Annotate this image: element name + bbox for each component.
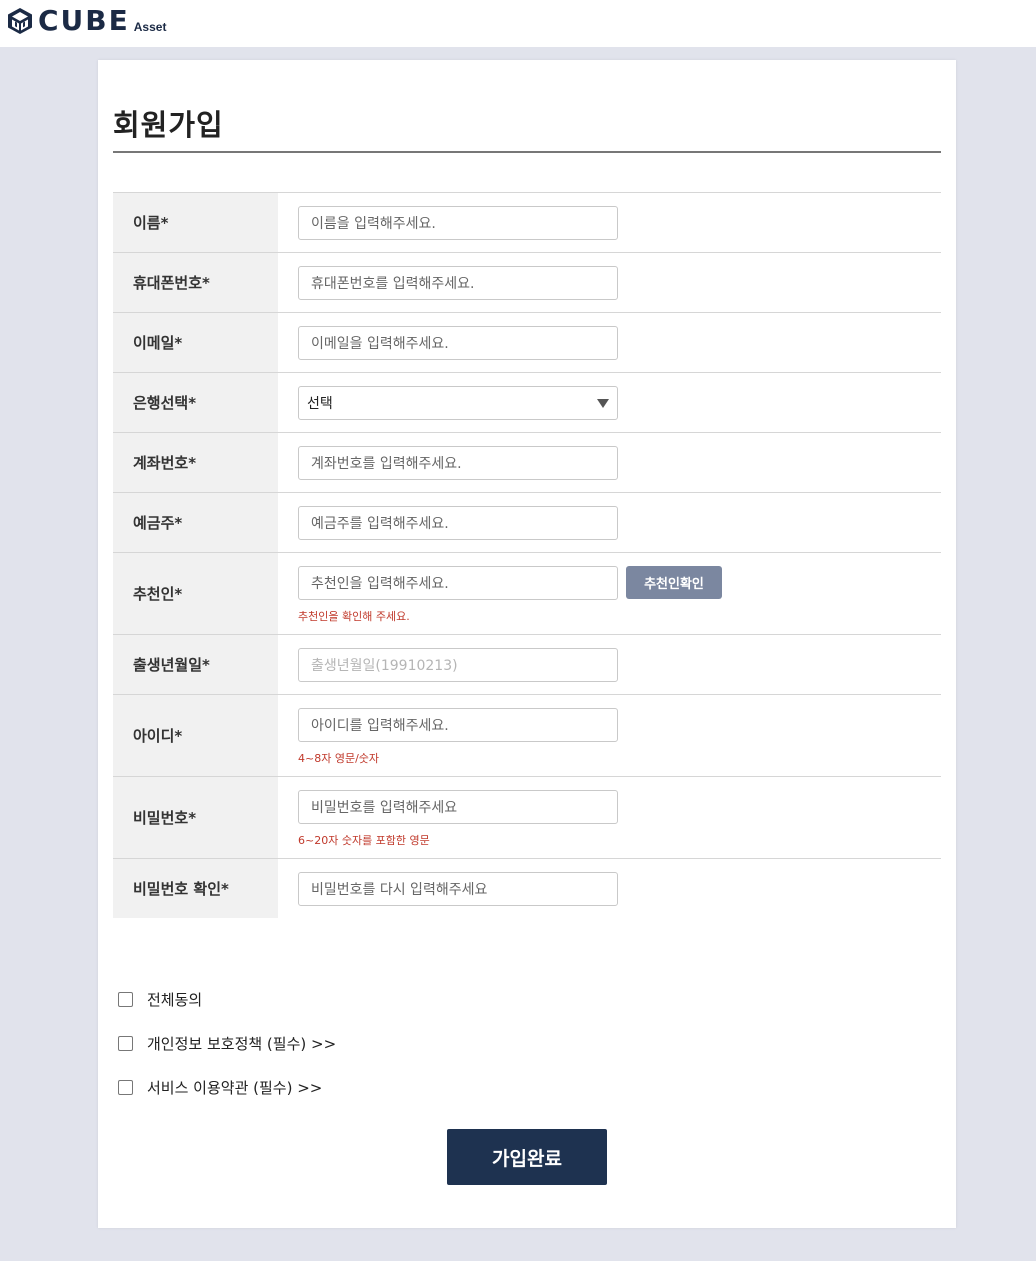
field-label: 휴대폰번호* — [113, 253, 278, 312]
email-input[interactable]: 이메일을 입력해주세요. — [298, 326, 618, 360]
field-label: 이메일* — [113, 313, 278, 372]
form-row-birthdate: 출생년월일* 출생년월일(19910213) — [113, 635, 941, 695]
field-label: 아이디* — [113, 695, 278, 776]
userid-hint: 4~8자 영문/숫자 — [298, 752, 380, 765]
field-label: 이름* — [113, 193, 278, 252]
referrer-hint: 추천인을 확인해 주세요. — [298, 610, 410, 623]
form-row-phone: 휴대폰번호* 휴대폰번호를 입력해주세요. — [113, 253, 941, 313]
page-title: 회원가입 — [113, 108, 224, 142]
top-bar: CUBE Asset — [0, 0, 1036, 47]
referrer-check-button[interactable]: 추천인확인 — [626, 566, 722, 599]
password-confirm-input[interactable]: 비밀번호를 다시 입력해주세요 — [298, 872, 618, 906]
field-label: 추천인* — [113, 553, 278, 634]
brand-name: CUBE — [38, 4, 130, 37]
field-label: 예금주* — [113, 493, 278, 552]
agree-terms-label[interactable]: 서비스 이용약관 (필수) >> — [147, 1077, 322, 1098]
phone-input[interactable]: 휴대폰번호를 입력해주세요. — [298, 266, 618, 300]
agree-all-label: 전체동의 — [147, 991, 203, 1009]
password-hint: 6~20자 숫자를 포함한 영문 — [298, 834, 430, 847]
brand-sub: Asset — [133, 20, 167, 34]
form-row-password-confirm: 비밀번호 확인* 비밀번호를 다시 입력해주세요 — [113, 859, 941, 918]
field-label: 계좌번호* — [113, 433, 278, 492]
account-holder-input[interactable]: 예금주를 입력해주세요. — [298, 506, 618, 540]
bank-select[interactable]: 선택 — [298, 386, 618, 420]
agree-terms[interactable]: 서비스 이용약관 (필수) >> — [118, 1077, 322, 1098]
field-label: 출생년월일* — [113, 635, 278, 694]
agree-all-checkbox[interactable] — [118, 992, 133, 1007]
agree-terms-checkbox[interactable] — [118, 1080, 133, 1095]
form-row-referrer: 추천인* 추천인을 입력해주세요. 추천인확인 추천인을 확인해 주세요. — [113, 553, 941, 635]
title-divider — [113, 151, 941, 153]
agree-privacy-label[interactable]: 개인정보 보호정책 (필수) >> — [147, 1033, 336, 1054]
field-label: 비밀번호 확인* — [113, 859, 278, 918]
password-input[interactable]: 비밀번호를 입력해주세요 — [298, 790, 618, 824]
birthdate-input[interactable]: 출생년월일(19910213) — [298, 648, 618, 682]
agree-privacy-checkbox[interactable] — [118, 1036, 133, 1051]
agree-all[interactable]: 전체동의 — [118, 989, 202, 1010]
cube-logo-icon — [8, 8, 32, 34]
form-row-holder: 예금주* 예금주를 입력해주세요. — [113, 493, 941, 553]
form-row-email: 이메일* 이메일을 입력해주세요. — [113, 313, 941, 373]
form-row-userid: 아이디* 아이디를 입력해주세요. 4~8자 영문/숫자 — [113, 695, 941, 777]
form-row-account: 계좌번호* 계좌번호를 입력해주세요. — [113, 433, 941, 493]
agree-privacy[interactable]: 개인정보 보호정책 (필수) >> — [118, 1033, 336, 1054]
account-number-input[interactable]: 계좌번호를 입력해주세요. — [298, 446, 618, 480]
signup-form: 이름* 이름을 입력해주세요. 휴대폰번호* 휴대폰번호를 입력해주세요. 이메… — [113, 192, 941, 918]
form-row-name: 이름* 이름을 입력해주세요. — [113, 193, 941, 253]
field-label: 비밀번호* — [113, 777, 278, 858]
form-row-bank: 은행선택* 선택 — [113, 373, 941, 433]
referrer-input[interactable]: 추천인을 입력해주세요. — [298, 566, 618, 600]
userid-input[interactable]: 아이디를 입력해주세요. — [298, 708, 618, 742]
dropdown-caret-icon — [597, 399, 609, 408]
form-row-password: 비밀번호* 비밀번호를 입력해주세요 6~20자 숫자를 포함한 영문 — [113, 777, 941, 859]
field-label: 은행선택* — [113, 373, 278, 432]
bank-select-value: 선택 — [307, 396, 333, 412]
signup-card: 회원가입 이름* 이름을 입력해주세요. 휴대폰번호* 휴대폰번호를 입력해주세… — [98, 60, 956, 1228]
submit-button[interactable]: 가입완료 — [447, 1129, 607, 1185]
cube-logo[interactable]: CUBE Asset — [6, 5, 166, 35]
name-input[interactable]: 이름을 입력해주세요. — [298, 206, 618, 240]
